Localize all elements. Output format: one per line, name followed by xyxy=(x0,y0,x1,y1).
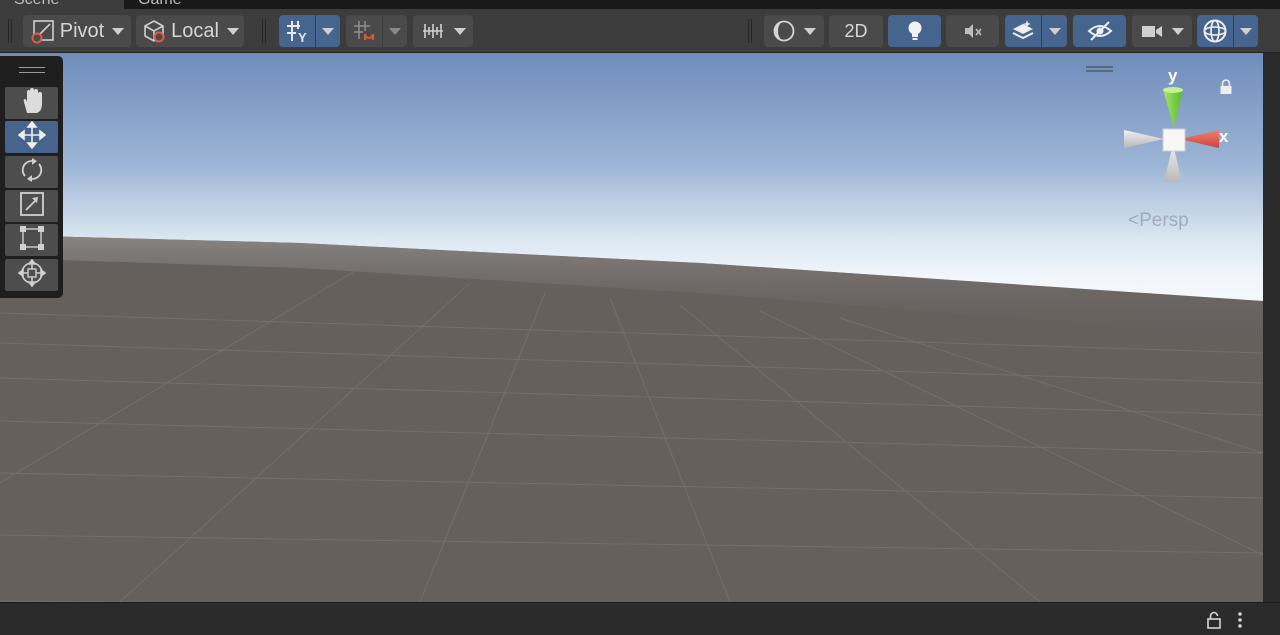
tab-game-label: Game xyxy=(138,0,182,8)
grid-snapping-button[interactable]: Y xyxy=(279,15,315,47)
chevron-down-icon xyxy=(1240,27,1252,35)
scale-icon xyxy=(18,190,46,223)
tab-game[interactable]: Game xyxy=(126,0,246,9)
scene-toolbar: Pivot Local Y 2D xyxy=(0,9,1280,53)
x-axis-cone[interactable] xyxy=(1180,130,1219,148)
grid-dropdown-button[interactable] xyxy=(316,15,340,47)
status-bar xyxy=(0,602,1280,635)
camera-settings-button[interactable] xyxy=(1132,15,1192,47)
transform-tool-button[interactable] xyxy=(5,258,58,292)
pivot-label: Pivot xyxy=(59,19,105,42)
chevron-down-icon xyxy=(1172,27,1184,35)
chevron-down-icon xyxy=(389,27,401,35)
layers-star-icon xyxy=(1010,18,1036,44)
effects-dropdown-button[interactable] xyxy=(1042,15,1067,47)
audio-toggle-button[interactable] xyxy=(946,15,999,47)
y-axis-cone[interactable] xyxy=(1163,89,1183,128)
center-cube[interactable] xyxy=(1162,128,1186,152)
move-icon xyxy=(17,120,46,154)
chevron-down-icon xyxy=(322,27,334,35)
transform-icon xyxy=(17,258,46,292)
gizmos-dropdown-button[interactable] xyxy=(1234,15,1258,47)
viewport-edge xyxy=(1263,53,1280,602)
chevron-down-icon xyxy=(112,27,125,35)
toolbar-grip[interactable] xyxy=(8,19,12,43)
local-cube-icon xyxy=(141,18,167,44)
snap-dropdown-button[interactable] xyxy=(383,15,407,47)
orientation-gizmo[interactable]: y x xyxy=(1114,62,1249,232)
local-label: Local xyxy=(171,19,219,42)
gizmos-toggle-button[interactable] xyxy=(1197,15,1233,47)
chevron-down-icon xyxy=(804,27,816,35)
local-toggle-button[interactable]: Local xyxy=(136,15,244,47)
lock-icon[interactable] xyxy=(1219,79,1233,100)
draw-mode-button[interactable] xyxy=(764,15,824,47)
rotate-tool-button[interactable] xyxy=(5,156,58,188)
hand-icon xyxy=(19,87,45,120)
grid-y-icon: Y xyxy=(284,18,310,44)
speaker-muted-icon xyxy=(961,19,985,43)
projection-toggle[interactable]: <Persp xyxy=(1128,210,1189,232)
rect-tool-icon xyxy=(18,224,46,257)
tab-scene[interactable]: Scene xyxy=(0,0,124,9)
tab-scene-label: Scene xyxy=(14,0,59,8)
chevron-down-icon xyxy=(454,27,466,35)
snap-increment-button[interactable] xyxy=(413,15,473,47)
scene-visibility-button[interactable] xyxy=(1073,15,1126,47)
view-tool-button[interactable] xyxy=(5,87,58,119)
rect-tool-button[interactable] xyxy=(5,224,58,256)
snap-magnet-icon xyxy=(351,18,377,44)
pivot-toggle-button[interactable]: Pivot xyxy=(23,15,131,47)
tools-drag-handle[interactable] xyxy=(19,67,45,73)
toolbar-grip[interactable] xyxy=(262,19,266,43)
shaded-sphere-icon xyxy=(772,19,796,43)
overlay-menu-handle[interactable] xyxy=(1086,66,1113,72)
incremental-snap-button[interactable] xyxy=(346,15,382,47)
ruler-icon xyxy=(420,18,446,44)
chevron-down-icon xyxy=(226,27,239,35)
lightbulb-icon xyxy=(904,19,926,43)
2d-label: 2D xyxy=(844,20,868,41)
window-tab-strip: Scene Game xyxy=(0,0,1280,9)
more-options-icon[interactable] xyxy=(1236,611,1244,634)
scale-tool-button[interactable] xyxy=(5,190,58,222)
scene-sky-and-ground xyxy=(0,53,1263,602)
gizmo-sphere-icon xyxy=(1201,17,1229,45)
eye-hidden-icon xyxy=(1086,19,1114,43)
scene-viewport[interactable] xyxy=(0,53,1263,602)
toolbar-grip[interactable] xyxy=(748,19,752,43)
chevron-left-icon: < xyxy=(1128,210,1140,231)
tools-overlay xyxy=(0,56,63,298)
chevron-down-icon xyxy=(1048,27,1061,35)
2d-toggle-button[interactable]: 2D xyxy=(829,15,883,47)
move-tool-button[interactable] xyxy=(5,120,58,154)
y-axis-label: y xyxy=(1168,66,1178,85)
svg-text:Y: Y xyxy=(298,30,307,44)
neg-x-axis-cone[interactable] xyxy=(1124,130,1164,148)
projection-label: Persp xyxy=(1139,210,1189,231)
lighting-toggle-button[interactable] xyxy=(888,15,941,47)
pivot-icon xyxy=(30,18,56,44)
effects-toggle-button[interactable] xyxy=(1005,15,1041,47)
camera-icon xyxy=(1140,21,1164,41)
lock-icon[interactable] xyxy=(1206,611,1222,634)
x-axis-label: x xyxy=(1219,127,1229,146)
rotate-icon xyxy=(18,156,46,189)
